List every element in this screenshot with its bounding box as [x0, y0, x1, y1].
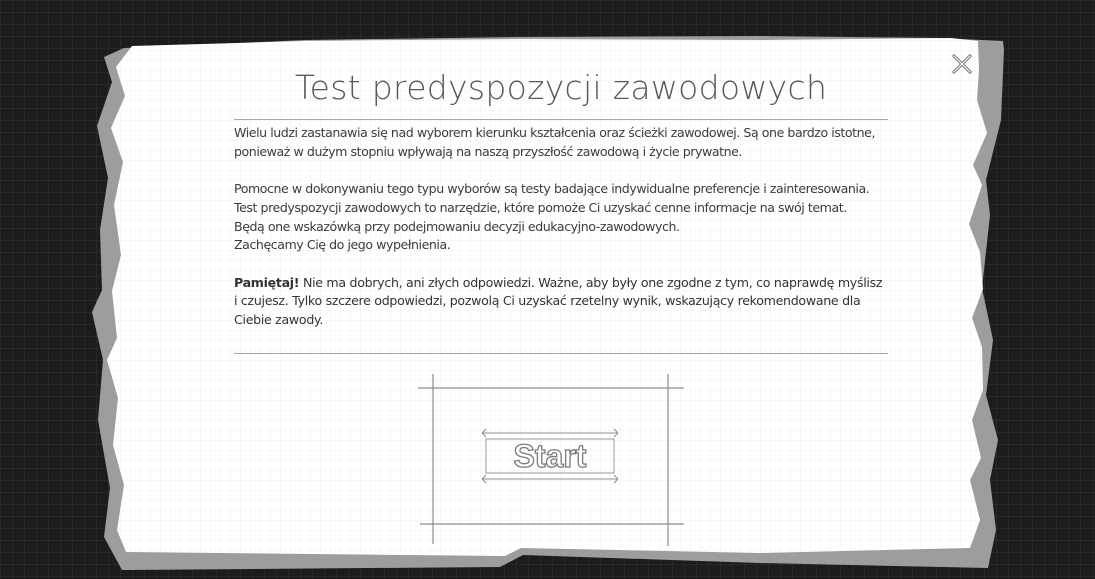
- reminder-lead: Pamiętaj!: [234, 274, 300, 290]
- start-button[interactable]: Start: [482, 427, 618, 485]
- intro-text: Wielu ludzi zastanawia się nad wyborem k…: [234, 124, 899, 330]
- close-icon[interactable]: [950, 52, 974, 76]
- start-frame: Start: [418, 374, 688, 546]
- intro-paragraph-2: Pomocne w dokonywaniu tego typu wyborów …: [234, 181, 870, 253]
- intro-paragraph-1: Wielu ludzi zastanawia się nad wyborem k…: [234, 125, 876, 159]
- reminder-note: Pamiętaj! Nie ma dobrych, ani złych odpo…: [234, 274, 899, 330]
- start-button-label: Start: [514, 438, 587, 474]
- text-divider: [234, 353, 888, 354]
- page-title: Test predyspozycji zawodowych: [294, 68, 828, 107]
- title-divider: [234, 119, 888, 120]
- reminder-body: Nie ma dobrych, ani złych odpowiedzi. Wa…: [234, 274, 883, 327]
- intro-dialog: Test predyspozycji zawodowych Wielu ludz…: [0, 0, 1095, 579]
